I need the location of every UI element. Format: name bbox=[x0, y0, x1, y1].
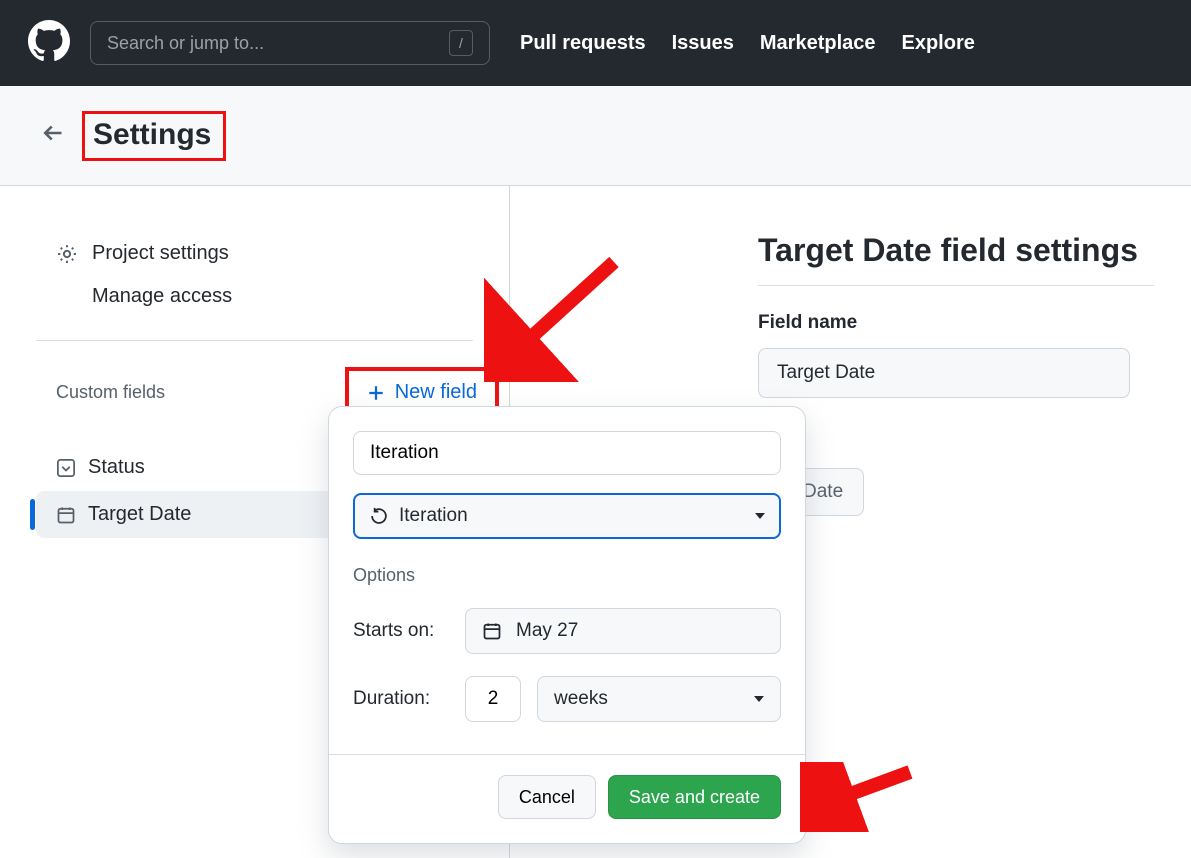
sidebar-label-project-settings: Project settings bbox=[92, 242, 229, 265]
starts-on-label: Starts on: bbox=[353, 620, 449, 642]
slash-shortcut-icon: / bbox=[449, 30, 473, 56]
new-field-popover: Iteration Options Starts on: May 27 Dura… bbox=[328, 406, 806, 844]
field-name-label: Field name bbox=[758, 312, 1191, 334]
calendar-icon bbox=[482, 621, 502, 641]
starts-on-value: May 27 bbox=[516, 620, 578, 642]
field-item-target-date-label: Target Date bbox=[88, 503, 191, 526]
nav-explore[interactable]: Explore bbox=[902, 32, 975, 55]
annotation-highlight-settings: Settings bbox=[82, 111, 226, 161]
nav-pull-requests[interactable]: Pull requests bbox=[520, 32, 646, 55]
starts-on-picker[interactable]: May 27 bbox=[465, 608, 781, 654]
nav-marketplace[interactable]: Marketplace bbox=[760, 32, 876, 55]
page-subheader: Settings bbox=[0, 86, 1191, 186]
sidebar-item-manage-access[interactable]: Manage access bbox=[0, 275, 509, 318]
nav-issues[interactable]: Issues bbox=[672, 32, 734, 55]
custom-fields-label: Custom fields bbox=[56, 382, 165, 403]
new-field-type-value: Iteration bbox=[399, 505, 468, 527]
single-select-icon bbox=[56, 458, 76, 478]
duration-label: Duration: bbox=[353, 688, 449, 710]
search-placeholder: Search or jump to... bbox=[107, 33, 264, 54]
github-logo-icon[interactable] bbox=[28, 20, 70, 67]
new-field-label: New field bbox=[395, 381, 477, 404]
duration-unit-value: weeks bbox=[554, 688, 608, 710]
calendar-icon bbox=[56, 505, 76, 525]
field-type-label: type bbox=[758, 432, 1191, 454]
field-item-status-label: Status bbox=[88, 456, 145, 479]
sidebar-item-project-settings[interactable]: Project settings bbox=[0, 232, 509, 275]
panel-title: Target Date field settings bbox=[758, 232, 1154, 286]
cancel-button[interactable]: Cancel bbox=[498, 775, 596, 819]
popover-actions: Cancel Save and create bbox=[353, 755, 781, 819]
chevron-down-icon bbox=[755, 513, 765, 519]
field-type-value: Date bbox=[803, 481, 843, 503]
iteration-icon bbox=[369, 506, 389, 526]
page-title: Settings bbox=[93, 118, 211, 151]
duration-unit-select[interactable]: weeks bbox=[537, 676, 781, 722]
starts-on-row: Starts on: May 27 bbox=[353, 608, 781, 654]
back-arrow-icon[interactable] bbox=[42, 120, 68, 151]
new-field-name-input[interactable] bbox=[353, 431, 781, 475]
gear-icon bbox=[56, 243, 78, 265]
save-and-create-button[interactable]: Save and create bbox=[608, 775, 781, 819]
chevron-down-icon bbox=[754, 696, 764, 702]
plus-icon bbox=[367, 384, 385, 402]
top-nav: Search or jump to... / Pull requests Iss… bbox=[0, 0, 1191, 86]
field-name-input[interactable] bbox=[758, 348, 1130, 398]
new-field-type-select[interactable]: Iteration bbox=[353, 493, 781, 539]
duration-row: Duration: weeks bbox=[353, 676, 781, 722]
nav-links: Pull requests Issues Marketplace Explore bbox=[520, 32, 975, 55]
duration-value-input[interactable] bbox=[465, 676, 521, 722]
options-section-label: Options bbox=[353, 565, 781, 586]
sidebar-label-manage-access: Manage access bbox=[92, 285, 232, 308]
global-search-input[interactable]: Search or jump to... / bbox=[90, 21, 490, 65]
